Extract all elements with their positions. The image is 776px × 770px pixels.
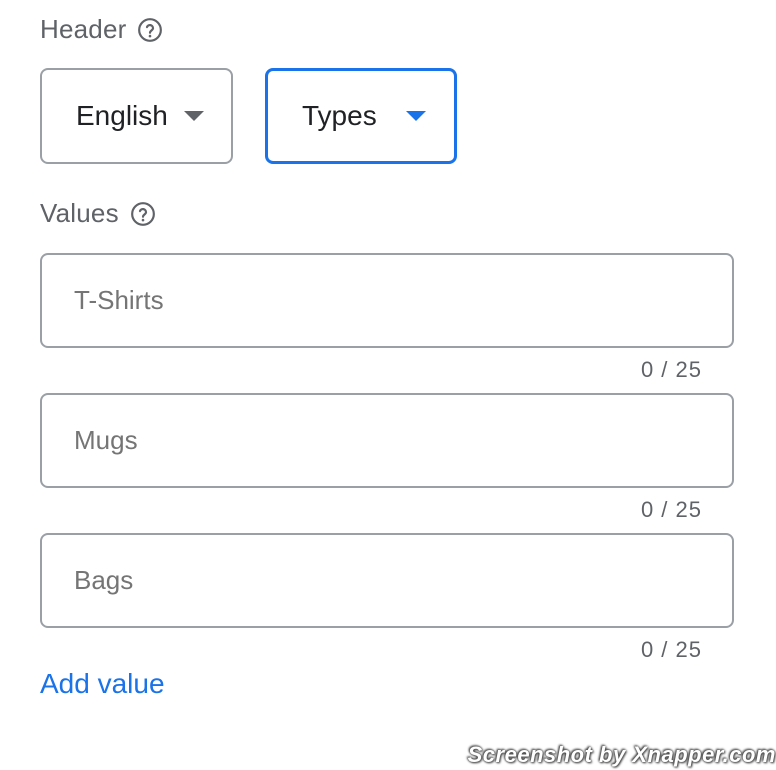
header-section-label: Header xyxy=(40,14,164,45)
add-value-button[interactable]: Add value xyxy=(40,668,165,700)
chevron-down-icon xyxy=(406,111,426,121)
character-counter: 0 / 25 xyxy=(640,637,702,662)
form-container: Header English Types Values T-Shirts 0 /… xyxy=(0,0,776,770)
watermark: Screenshot by Xnapper.com xyxy=(467,742,776,767)
help-circle-icon[interactable] xyxy=(129,200,157,228)
value-field-3 xyxy=(40,533,734,628)
values-section-label: Values xyxy=(40,198,157,229)
type-dropdown-value: Types xyxy=(302,100,377,131)
chevron-down-icon xyxy=(184,111,204,121)
value-field-2 xyxy=(40,393,734,488)
value-input-2[interactable] xyxy=(74,395,694,486)
language-dropdown[interactable]: English xyxy=(40,68,233,164)
character-counter: 0 / 25 xyxy=(640,497,702,522)
language-dropdown-value: English xyxy=(76,100,168,131)
value-input-1[interactable] xyxy=(74,255,694,346)
character-counter: 0 / 25 xyxy=(640,357,702,382)
value-input-3[interactable] xyxy=(74,535,694,626)
value-field-1 xyxy=(40,253,734,348)
values-label: Values xyxy=(40,198,119,228)
type-dropdown[interactable]: Types xyxy=(265,68,457,164)
header-label: Header xyxy=(40,14,127,44)
help-circle-icon[interactable] xyxy=(136,16,164,44)
